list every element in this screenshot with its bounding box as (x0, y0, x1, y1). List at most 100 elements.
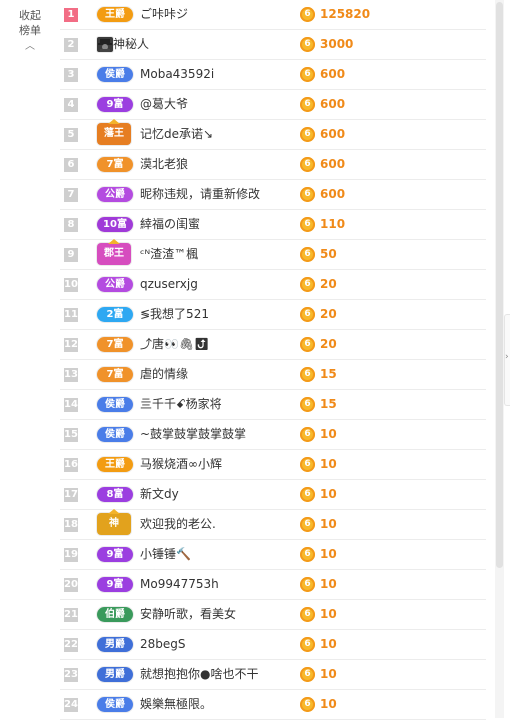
ranking-row[interactable]: 1 王爵 ご咔咔ジ 6 125820 (60, 0, 486, 30)
user-level-badge: 郡王 (97, 239, 131, 265)
user-level-badge: 7富 (97, 337, 133, 352)
contribution-amount: 600 (320, 127, 346, 141)
user-name[interactable]: 漠北老狼 (140, 150, 188, 179)
user-name[interactable]: 记忆de承诺↘ (140, 120, 213, 149)
rank-number: 2 (64, 38, 78, 52)
user-level-badge: 王爵 (97, 457, 133, 472)
user-level-badge: 9富 (97, 97, 133, 112)
user-level-badge: 9富 (97, 577, 133, 592)
coin-icon: 6 (300, 97, 315, 112)
user-name[interactable]: 新文dy (140, 480, 179, 509)
side-panel-toggle[interactable]: › (504, 314, 510, 406)
user-name[interactable]: ⤴唐👀🖇⤴ (140, 330, 209, 359)
coin-icon: 6 (300, 397, 315, 412)
coin-icon: 6 (300, 37, 315, 52)
contribution-amount: 110 (320, 217, 346, 231)
contribution-amount: 20 (320, 307, 337, 321)
user-name[interactable]: 马猴烧酒∞小辉 (140, 450, 222, 479)
contribution-amount: 10 (320, 667, 337, 681)
user-name[interactable]: 安静听歌，看美女 (140, 600, 236, 629)
ranking-row[interactable]: 11 2富 ≶我想了521 6 20 (60, 300, 486, 330)
ranking-row[interactable]: 23 男爵 就想抱抱你●啥也不干 6 10 (60, 660, 486, 690)
coin-icon: 6 (300, 67, 315, 82)
user-name[interactable]: 虐的情缘 (140, 360, 188, 389)
user-name[interactable]: ᶜᴺ渣渣™楓 (140, 240, 198, 269)
ranking-row[interactable]: 22 男爵 28begS 6 10 (60, 630, 486, 660)
coin-icon: 6 (300, 337, 315, 352)
coin-icon: 6 (300, 427, 315, 442)
ranking-row[interactable]: 9 郡王 ᶜᴺ渣渣™楓 6 50 (60, 239, 486, 270)
collapse-label-line1: 收起 (19, 9, 41, 22)
ranking-row[interactable]: 17 8富 新文dy 6 10 (60, 480, 486, 510)
ranking-list: 1 王爵 ご咔咔ジ 6 125820 2 神秘人 6 3000 3 侯爵 Moba43592i 6 600… (60, 0, 486, 720)
ranking-row[interactable]: 4 9富 @葛大爷 6 600 (60, 90, 486, 120)
ranking-row[interactable]: 8 10富 緈福の闺蜜 6 110 (60, 210, 486, 240)
contribution-amount: 10 (320, 517, 337, 531)
user-name[interactable]: 神秘人 (113, 30, 149, 59)
ranking-row[interactable]: 15 侯爵 ~鼓掌鼓掌鼓掌鼓掌 6 10 (60, 420, 486, 450)
rank-number: 8 (64, 218, 78, 232)
user-name[interactable]: @葛大爷 (140, 90, 188, 119)
ranking-row[interactable]: 10 公爵 qzuserxjg 6 20 (60, 270, 486, 300)
coin-icon: 6 (300, 577, 315, 592)
ranking-row[interactable]: 18 神欢迎我的老公. 6 10 (60, 509, 486, 540)
ranking-row[interactable]: 13 7富 虐的情缘 6 15 (60, 360, 486, 390)
ranking-row[interactable]: 16 王爵 马猴烧酒∞小辉 6 10 (60, 450, 486, 480)
contribution-amount: 10 (320, 637, 337, 651)
rank-number: 3 (64, 68, 78, 82)
ranking-row[interactable]: 6 7富 漠北老狼 6 600 (60, 150, 486, 180)
user-name[interactable]: 欢迎我的老公. (140, 510, 216, 539)
ranking-row[interactable]: 21 伯爵 安静听歌，看美女 6 10 (60, 600, 486, 630)
user-name[interactable]: ご咔咔ジ (140, 0, 188, 29)
user-level-badge: 藩王 (97, 119, 131, 145)
user-name[interactable]: 就想抱抱你●啥也不干 (140, 660, 258, 689)
user-name[interactable]: ≶我想了521 (140, 300, 209, 329)
ranking-row[interactable]: 2 神秘人 6 3000 (60, 30, 486, 60)
user-name[interactable]: Moba43592i (140, 60, 214, 89)
rank-number: 20 (64, 578, 78, 592)
rank-number: 1 (64, 8, 78, 22)
user-name[interactable]: Mo9947753h (140, 570, 219, 599)
ranking-row[interactable]: 20 9富 Mo9947753h 6 10 (60, 570, 486, 600)
scrollbar[interactable] (495, 0, 504, 718)
user-level-badge: 2富 (97, 307, 133, 322)
contribution-amount: 600 (320, 157, 346, 171)
user-name[interactable]: 28begS (140, 630, 186, 659)
user-level-badge: 伯爵 (97, 607, 133, 622)
user-name[interactable]: ~鼓掌鼓掌鼓掌鼓掌 (140, 420, 246, 449)
user-name[interactable]: 昵称违规，请重新修改 (140, 180, 260, 209)
ranking-row[interactable]: 24 侯爵 娛樂無極限。 6 10 (60, 690, 486, 720)
coin-icon: 6 (300, 187, 315, 202)
user-level-badge: 10富 (97, 217, 133, 232)
user-name[interactable]: 娛樂無極限。 (140, 690, 212, 719)
ranking-row[interactable]: 3 侯爵 Moba43592i 6 600 (60, 60, 486, 90)
rank-number: 15 (64, 428, 78, 442)
rank-number: 13 (64, 368, 78, 382)
ranking-row[interactable]: 12 7富 ⤴唐👀🖇⤴ 6 20 (60, 330, 486, 360)
contribution-amount: 600 (320, 67, 346, 81)
user-level-badge: 侯爵 (97, 427, 133, 442)
ranking-row[interactable]: 14 侯爵 亖千千ꗃ杨家将 6 15 (60, 390, 486, 420)
scrollbar-thumb[interactable] (496, 2, 503, 568)
coin-icon: 6 (300, 517, 315, 532)
user-name[interactable]: 緈福の闺蜜 (140, 210, 200, 239)
coin-icon: 6 (300, 667, 315, 682)
contribution-amount: 10 (320, 577, 337, 591)
coin-icon: 6 (300, 547, 315, 562)
ranking-row[interactable]: 5 藩王 记忆de承诺↘ 6 600 (60, 119, 486, 150)
ranking-row[interactable]: 7 公爵 昵称违规，请重新修改 6 600 (60, 180, 486, 210)
user-name[interactable]: 小锤锤🔨 (140, 540, 191, 569)
rank-number: 16 (64, 458, 78, 472)
coin-icon: 6 (300, 7, 315, 22)
coin-icon: 6 (300, 217, 315, 232)
rank-number: 9 (64, 248, 78, 262)
chevron-up-icon[interactable]: ︿ (10, 39, 50, 54)
user-name[interactable]: qzuserxjg (140, 270, 198, 299)
coin-icon: 6 (300, 487, 315, 502)
ranking-row[interactable]: 19 9富 小锤锤🔨 6 10 (60, 540, 486, 570)
user-level-badge: 7富 (97, 157, 133, 172)
collapse-ranking-button[interactable]: 收起 榜单 ︿ (10, 8, 50, 54)
contribution-amount: 10 (320, 697, 337, 711)
user-level-badge: 9富 (97, 547, 133, 562)
user-name[interactable]: 亖千千ꗃ杨家将 (140, 390, 222, 419)
